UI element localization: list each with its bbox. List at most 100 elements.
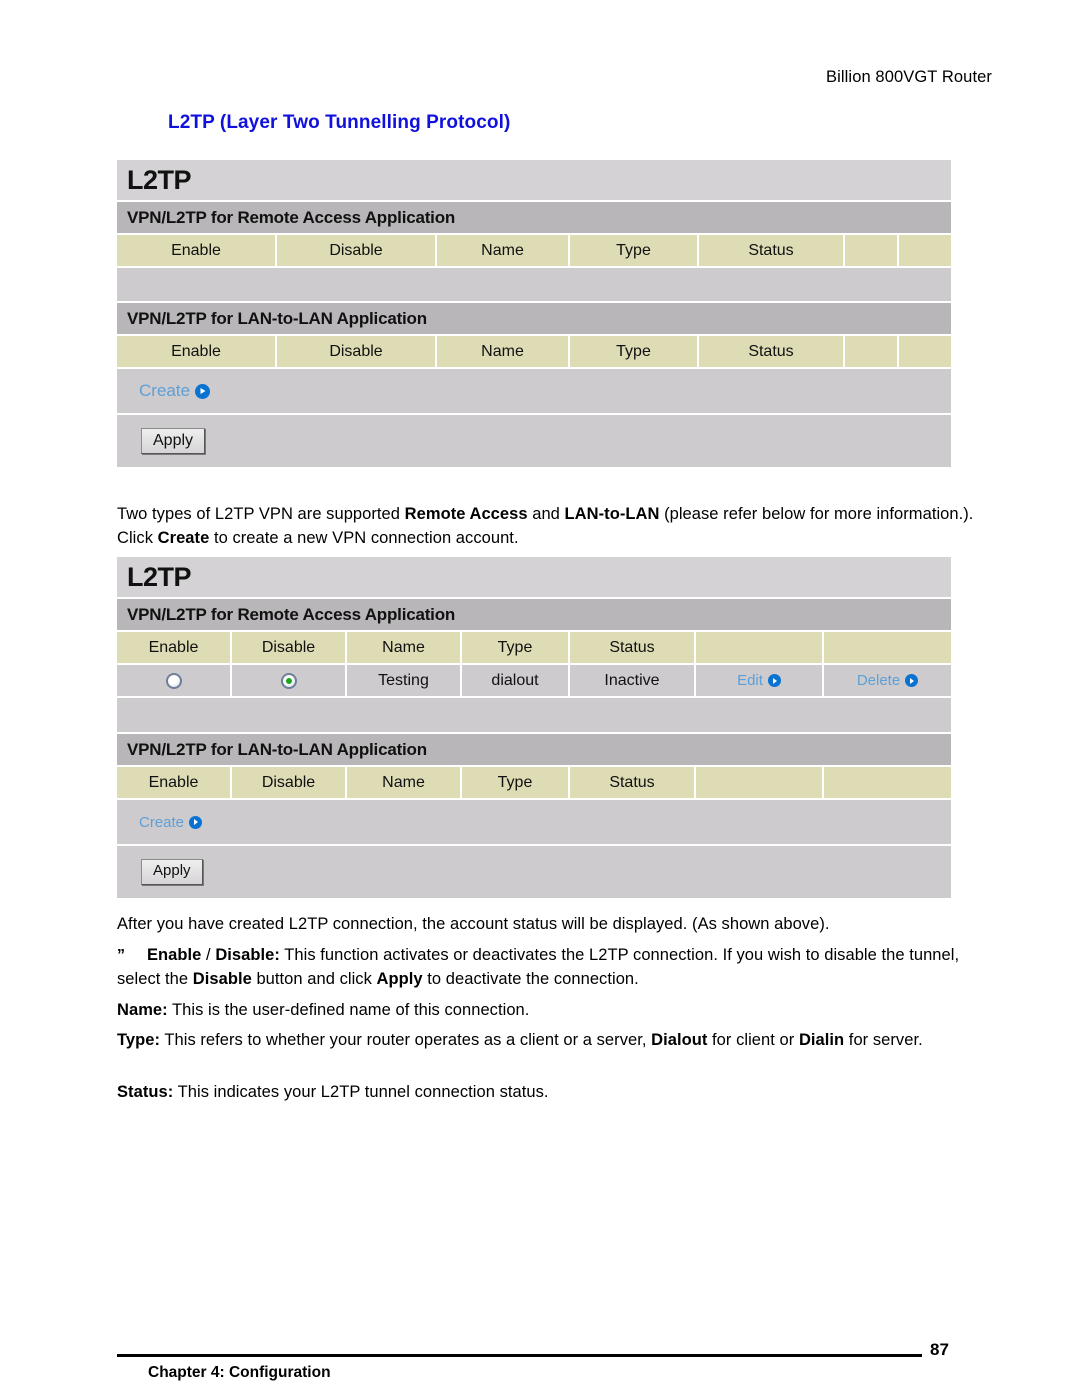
column-header-disable: Disable [277, 336, 437, 367]
bold-disable-label: Disable: [215, 946, 280, 964]
table-header-row-lan-to-lan: Enable Disable Name Type Status [117, 336, 951, 369]
column-header-spacer-2 [824, 767, 951, 798]
delete-link[interactable]: Delete [856, 665, 919, 696]
label-type: Type: [117, 1031, 161, 1049]
column-header-type: Type [570, 336, 699, 367]
footer-divider [117, 1354, 922, 1357]
sep-slash: / [201, 946, 216, 964]
create-row: Create [117, 369, 951, 415]
arrow-right-icon [189, 815, 203, 829]
delete-link-label: Delete [856, 672, 901, 689]
paragraph-status: Status: This indicates your L2TP tunnel … [117, 1081, 975, 1105]
remote-access-empty-rows [117, 268, 951, 303]
intro-text-a: Two types of L2TP VPN are supported [117, 505, 405, 523]
create-link[interactable]: Create [139, 381, 211, 401]
intro-text-g: to create a new VPN connection account. [209, 528, 519, 547]
column-header-spacer-2 [824, 632, 951, 663]
apply-row: Apply [117, 415, 951, 467]
section-head-lan-to-lan: VPN/L2TP for LAN-to-LAN Application [117, 303, 951, 336]
l2tp-panel-empty: L2TP VPN/L2TP for Remote Access Applicat… [117, 160, 951, 467]
label-status: Status: [117, 1083, 174, 1101]
column-header-enable: Enable [117, 632, 232, 663]
paragraph-intro: Two types of L2TP VPN are supported Remo… [117, 503, 975, 550]
table-header-row-remote-access: Enable Disable Name Type Status [117, 632, 951, 665]
enable-disable-text-h: to deactivate the connection. [422, 969, 639, 988]
column-header-spacer-1 [845, 336, 899, 367]
column-header-enable: Enable [117, 336, 277, 367]
column-header-status: Status [699, 235, 845, 266]
type-text-c: for client or [707, 1031, 799, 1049]
column-header-name: Name [437, 336, 570, 367]
column-header-type: Type [462, 632, 570, 663]
bold-dialin: Dialin [798, 1031, 845, 1049]
table-header-row-remote-access: Enable Disable Name Type Status [117, 235, 951, 268]
arrow-right-icon [767, 674, 781, 687]
column-header-name: Name [437, 235, 570, 266]
column-header-status: Status [699, 336, 845, 367]
document-header-right: Billion 800VGT Router [826, 68, 992, 86]
arrow-right-icon [905, 674, 919, 687]
create-row: Create [117, 800, 951, 846]
intro-bold-lan-to-lan: LAN-to-LAN [564, 505, 660, 523]
footer-chapter: Chapter 4: Configuration [148, 1364, 331, 1381]
bullet-glyph-icon: ” [117, 947, 126, 964]
intro-bold-remote-access: Remote Access [404, 505, 528, 523]
bold-enable: Enable [147, 946, 202, 964]
cell-name: Testing [347, 665, 462, 696]
paragraph-name: Name: This is the user-defined name of t… [117, 999, 975, 1023]
apply-button[interactable]: Apply [141, 859, 203, 885]
cell-type: dialout [462, 665, 570, 696]
column-header-spacer-1 [845, 235, 899, 266]
column-header-spacer-1 [696, 767, 824, 798]
page-title: L2TP (Layer Two Tunnelling Protocol) [168, 112, 511, 133]
panel-title: L2TP [117, 557, 951, 599]
type-text-a: This refers to whether your router opera… [160, 1031, 652, 1049]
apply-button[interactable]: Apply [141, 427, 206, 455]
l2tp-panel-with-account: L2TP VPN/L2TP for Remote Access Applicat… [117, 557, 951, 898]
create-link[interactable]: Create [139, 813, 203, 831]
section-head-lan-to-lan: VPN/L2TP for LAN-to-LAN Application [117, 734, 951, 767]
name-text: This is the user-defined name of this co… [167, 1001, 530, 1019]
intro-text-c: and [527, 505, 565, 523]
table-header-row-lan-to-lan: Enable Disable Name Type Status [117, 767, 951, 800]
arrow-right-icon [195, 383, 211, 399]
bold-disable-button: Disable [192, 969, 252, 988]
cell-disable-radio[interactable] [232, 665, 347, 696]
column-header-disable: Disable [232, 767, 347, 798]
disable-radio-button[interactable] [280, 672, 297, 689]
paragraph-after-created: After you have created L2TP connection, … [117, 915, 830, 933]
bold-apply: Apply [376, 969, 423, 988]
column-header-status: Status [570, 632, 696, 663]
column-header-disable: Disable [277, 235, 437, 266]
column-header-type: Type [570, 235, 699, 266]
column-header-status: Status [570, 767, 696, 798]
column-header-spacer-2 [899, 336, 951, 367]
edit-link-label: Edit [737, 672, 763, 689]
edit-link[interactable]: Edit [737, 665, 781, 696]
status-text: This indicates your L2TP tunnel connecti… [173, 1083, 549, 1101]
cell-enable-radio[interactable] [117, 665, 232, 696]
bold-dialout: Dialout [651, 1031, 708, 1049]
paragraph-enable-disable: ” Enable / Disable: This function activat… [117, 944, 975, 991]
enable-radio-button[interactable] [165, 672, 182, 689]
panel-title: L2TP [117, 160, 951, 202]
remote-access-spacer [117, 698, 951, 734]
cell-edit[interactable]: Edit [696, 665, 824, 696]
enable-disable-text-f: button and click [251, 969, 377, 988]
create-link-label: Create [139, 813, 185, 831]
intro-bold-create: Create [157, 528, 210, 547]
footer-page-number: 87 [930, 1340, 949, 1359]
section-head-remote-access: VPN/L2TP for Remote Access Application [117, 599, 951, 632]
section-head-remote-access: VPN/L2TP for Remote Access Application [117, 202, 951, 235]
paragraph-type: Type: This refers to whether your router… [117, 1029, 975, 1053]
column-header-enable: Enable [117, 767, 232, 798]
column-header-type: Type [462, 767, 570, 798]
label-name: Name: [117, 1001, 168, 1019]
cell-delete[interactable]: Delete [824, 665, 951, 696]
column-header-disable: Disable [232, 632, 347, 663]
create-link-label: Create [139, 381, 191, 400]
apply-row: Apply [117, 846, 951, 898]
column-header-spacer-2 [899, 235, 951, 266]
column-header-enable: Enable [117, 235, 277, 266]
table-row[interactable]: Testing dialout Inactive Edit Delete [117, 665, 951, 698]
